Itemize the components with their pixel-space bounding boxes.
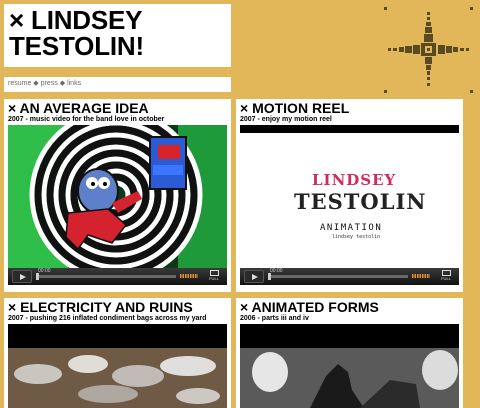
card-title[interactable]: × AN AVERAGE IDEA: [8, 101, 149, 116]
nav-separator: ◆: [33, 80, 39, 87]
progress-bar[interactable]: [268, 273, 408, 280]
site-title: × LINDSEY TESTOLIN!: [9, 7, 231, 59]
play-button[interactable]: [12, 270, 32, 283]
nav-separator: ◆: [59, 80, 66, 87]
card-title[interactable]: × ELECTRICITY AND RUINS: [8, 300, 193, 315]
video-player[interactable]: [8, 324, 227, 408]
volume-meter[interactable]: [412, 274, 430, 278]
card-subtitle: 2007 - enjoy my motion reel: [240, 116, 332, 123]
nav-links: resume ◆ press ◆ links: [8, 79, 231, 89]
thumbnail-line3: ANIMATION: [320, 223, 383, 233]
video-card-animated-forms: × ANIMATED FORMS 2006 - parts iii and iv: [236, 298, 463, 408]
site-title-line1: × LINDSEY: [9, 5, 143, 35]
video-player[interactable]: [240, 324, 459, 408]
fullscreen-button[interactable]: FULL: [206, 269, 222, 284]
video-card-electricity-and-ruins: × ELECTRICITY AND RUINS 2007 - pushing 2…: [4, 298, 231, 408]
nav-link-press[interactable]: press: [41, 80, 58, 87]
nav-panel: resume ◆ press ◆ links: [4, 77, 231, 92]
thumbnail-line4: lindsey testolin: [332, 234, 381, 240]
thumbnail-line1: LINDSEY: [312, 171, 397, 189]
site-title-line2: TESTOLIN!: [9, 31, 144, 61]
compass-logo-icon: [384, 7, 473, 93]
fullscreen-button[interactable]: FULL: [438, 269, 454, 284]
time-label: 00:00: [270, 268, 283, 274]
video-controls: 00:00 FULL: [8, 268, 227, 285]
thumbnail-line2: TESTOLIN: [294, 189, 427, 214]
card-title[interactable]: × ANIMATED FORMS: [240, 300, 379, 315]
nav-link-resume[interactable]: resume: [8, 80, 31, 87]
video-thumbnail: [8, 324, 227, 408]
card-subtitle: 2007 - music video for the band love in …: [8, 116, 165, 123]
video-controls: 00:00 FULL: [240, 268, 459, 285]
nav-link-links[interactable]: links: [67, 80, 81, 87]
volume-meter[interactable]: [180, 274, 198, 278]
video-thumbnail: [240, 324, 459, 408]
video-player[interactable]: 00:00 FULL: [8, 125, 227, 285]
card-subtitle: 2006 - parts iii and iv: [240, 315, 309, 322]
progress-bar[interactable]: [36, 273, 176, 280]
card-title[interactable]: × MOTION REEL: [240, 101, 349, 116]
time-label: 00:00: [38, 268, 51, 274]
video-player[interactable]: LINDSEY TESTOLIN ANIMATION lindsey testo…: [240, 125, 459, 285]
video-thumbnail: LINDSEY TESTOLIN ANIMATION lindsey testo…: [240, 133, 459, 268]
site-title-panel: × LINDSEY TESTOLIN!: [4, 4, 231, 67]
card-subtitle: 2007 - pushing 216 inflated condiment ba…: [8, 315, 207, 322]
play-button[interactable]: [244, 270, 264, 283]
video-card-an-average-idea: × AN AVERAGE IDEA 2007 - music video for…: [4, 99, 231, 292]
video-thumbnail: [8, 125, 227, 282]
video-card-motion-reel: × MOTION REEL 2007 - enjoy my motion ree…: [236, 99, 463, 292]
